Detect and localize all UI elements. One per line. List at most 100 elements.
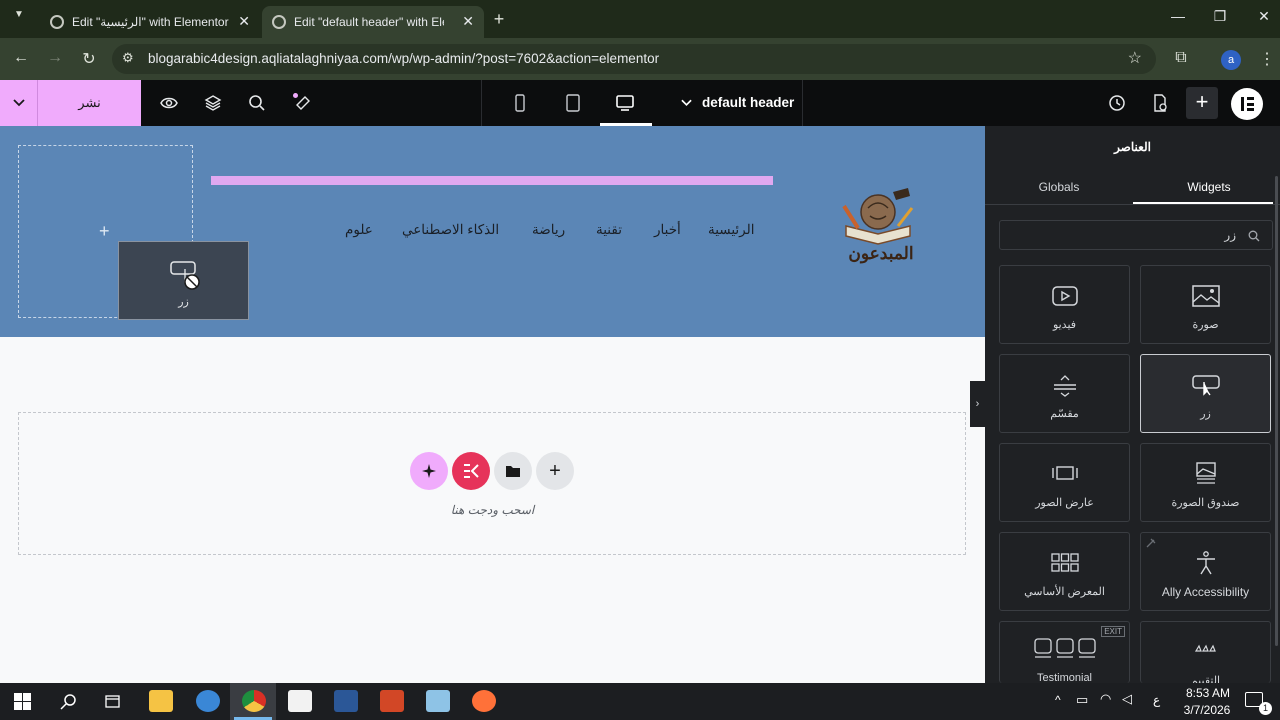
window-close-icon[interactable]: ✕	[1244, 8, 1280, 25]
browser-tab-home[interactable]: Edit "الرئيسية" with Elementor ✕	[40, 6, 260, 38]
word-icon[interactable]	[334, 690, 358, 712]
nav-item-sports[interactable]: رياضة	[532, 222, 565, 238]
chrome-icon[interactable]	[242, 690, 266, 712]
nav-item-tech[interactable]: تقنية	[596, 222, 622, 238]
search-icon	[1248, 230, 1260, 242]
desktop-device-icon[interactable]	[615, 93, 635, 113]
clock-date[interactable]: 3/7/2026	[1176, 703, 1238, 717]
tab-search-icon[interactable]: ▼	[8, 9, 30, 20]
language-indicator[interactable]: ع	[1153, 693, 1160, 707]
edge-globe-icon[interactable]	[196, 690, 220, 712]
video-icon	[1051, 286, 1078, 306]
nav-item-ai[interactable]: الذكاء الاصطناعي	[402, 222, 499, 238]
publish-label: نشر	[78, 95, 101, 110]
tray-overflow-icon[interactable]: ^	[1055, 693, 1061, 707]
page-settings-icon[interactable]	[1150, 93, 1170, 113]
search-icon[interactable]	[247, 93, 267, 113]
notepad-icon[interactable]	[426, 690, 450, 712]
widget-label: صورة	[1192, 319, 1219, 331]
mobile-device-icon[interactable]	[510, 93, 530, 113]
wordpress-icon	[50, 15, 64, 29]
basic-gallery-icon	[1050, 553, 1079, 572]
windows-start-icon[interactable]	[14, 693, 31, 710]
restore-icon[interactable]: ❐	[1200, 8, 1240, 25]
widget-search-input[interactable]: زر	[999, 220, 1273, 250]
dragging-widget-label: زر	[178, 296, 189, 308]
firefox-icon[interactable]	[472, 690, 496, 712]
new-tab-icon[interactable]: +	[488, 9, 510, 30]
tab-globals[interactable]: Globals	[985, 180, 1133, 194]
editor-canvas[interactable]: + الرئيسية أخبار تقنية رياضة الذكاء الاص…	[0, 126, 985, 683]
logo-text: المبدعون	[848, 244, 914, 263]
close-tab-icon[interactable]: ✕	[238, 13, 250, 30]
empty-drop-zone[interactable]	[18, 412, 966, 555]
widget-testimonial[interactable]: EXIT Testimonial	[999, 621, 1130, 684]
chevron-down-icon	[12, 99, 25, 107]
browser-tab-default-header[interactable]: Edit "default header" with Elem ✕	[262, 6, 484, 38]
file-explorer-icon[interactable]	[149, 690, 173, 712]
browser-menu-icon[interactable]: ⋮	[1256, 49, 1278, 69]
widget-basic-gallery[interactable]: المعرض الأساسي	[999, 532, 1130, 611]
address-bar[interactable]: ⚙ blogarabic4design.aqliatalaghniyaa.com…	[112, 44, 1156, 74]
tablet-device-icon[interactable]	[563, 93, 583, 113]
pro-lock-icon	[1146, 538, 1156, 548]
chevron-down-icon[interactable]	[681, 99, 692, 107]
dragging-widget-preview[interactable]: زر	[118, 241, 249, 320]
nav-item-news[interactable]: أخبار	[654, 222, 681, 238]
browser-tab-strip: ▼ Edit "الرئيسية" with Elementor ✕ Edit …	[0, 0, 1280, 38]
widget-ally-accessibility[interactable]: Ally Accessibility	[1140, 532, 1271, 611]
document-title[interactable]: default header	[702, 95, 794, 110]
elementor-logo-icon[interactable]	[1231, 88, 1263, 120]
site-logo[interactable]: المبدعون	[838, 186, 918, 270]
bookmark-star-icon[interactable]: ☆	[1128, 48, 1142, 68]
site-info-icon[interactable]: ⚙	[122, 50, 134, 66]
minimize-icon[interactable]: —	[1158, 8, 1198, 24]
nav-item-science[interactable]: علوم	[345, 222, 373, 238]
search-value: زر	[1224, 228, 1236, 242]
powerpoint-icon[interactable]	[380, 690, 404, 712]
accessibility-icon	[1196, 551, 1215, 575]
add-element-button[interactable]: +	[1186, 87, 1218, 119]
screen-recorder-icon[interactable]	[288, 690, 312, 712]
tab-widgets[interactable]: Widgets	[1135, 180, 1280, 194]
notifications-icon[interactable]	[293, 93, 313, 113]
widget-image[interactable]: صورة	[1140, 265, 1271, 344]
add-icon[interactable]: +	[99, 221, 110, 242]
widget-divider[interactable]: مقسّم	[999, 354, 1130, 433]
widget-star-rating[interactable]: التقييم	[1140, 621, 1271, 687]
reload-icon[interactable]: ↻	[78, 49, 100, 69]
structure-layers-icon[interactable]	[203, 93, 223, 113]
taskbar-search-icon[interactable]	[60, 693, 77, 710]
elementor-kit-button[interactable]	[452, 452, 490, 490]
widget-video[interactable]: فيديو	[999, 265, 1130, 344]
brain-book-logo-icon	[842, 188, 914, 245]
template-library-button[interactable]	[494, 452, 532, 490]
ai-generate-button[interactable]	[410, 452, 448, 490]
testimonial-carousel-icon	[1033, 638, 1096, 658]
widget-image-box[interactable]: صندوق الصورة	[1140, 443, 1271, 522]
publish-button[interactable]: نشر	[38, 80, 141, 126]
wifi-icon[interactable]: ◠	[1100, 691, 1111, 707]
image-box-icon	[1195, 462, 1216, 484]
widget-button[interactable]: زر	[1140, 354, 1271, 433]
history-icon[interactable]	[1107, 93, 1127, 113]
volume-icon[interactable]: ◁	[1122, 691, 1132, 707]
header-section[interactable]: + الرئيسية أخبار تقنية رياضة الذكاء الاص…	[0, 126, 985, 337]
battery-icon[interactable]: ▭	[1076, 692, 1088, 708]
widget-label: عارض الصور	[1035, 497, 1094, 509]
add-section-button[interactable]: +	[536, 452, 574, 490]
task-view-icon[interactable]	[104, 693, 121, 710]
profile-avatar[interactable]: a	[1221, 50, 1241, 70]
forward-icon[interactable]: →	[44, 49, 66, 67]
panel-scrollbar[interactable]	[1275, 176, 1278, 646]
extensions-icon[interactable]: ⧉	[1170, 49, 1192, 67]
nav-item-home[interactable]: الرئيسية	[708, 222, 755, 238]
divider-icon	[1053, 375, 1076, 397]
back-icon[interactable]: ←	[10, 49, 32, 67]
close-tab-icon[interactable]: ✕	[462, 13, 474, 30]
clock-time[interactable]: 8:53 AM	[1178, 686, 1238, 700]
panel-collapse-button[interactable]: ›	[970, 381, 985, 427]
publish-options-button[interactable]	[0, 80, 38, 126]
preview-eye-icon[interactable]	[159, 93, 179, 113]
widget-image-carousel[interactable]: عارض الصور	[999, 443, 1130, 522]
